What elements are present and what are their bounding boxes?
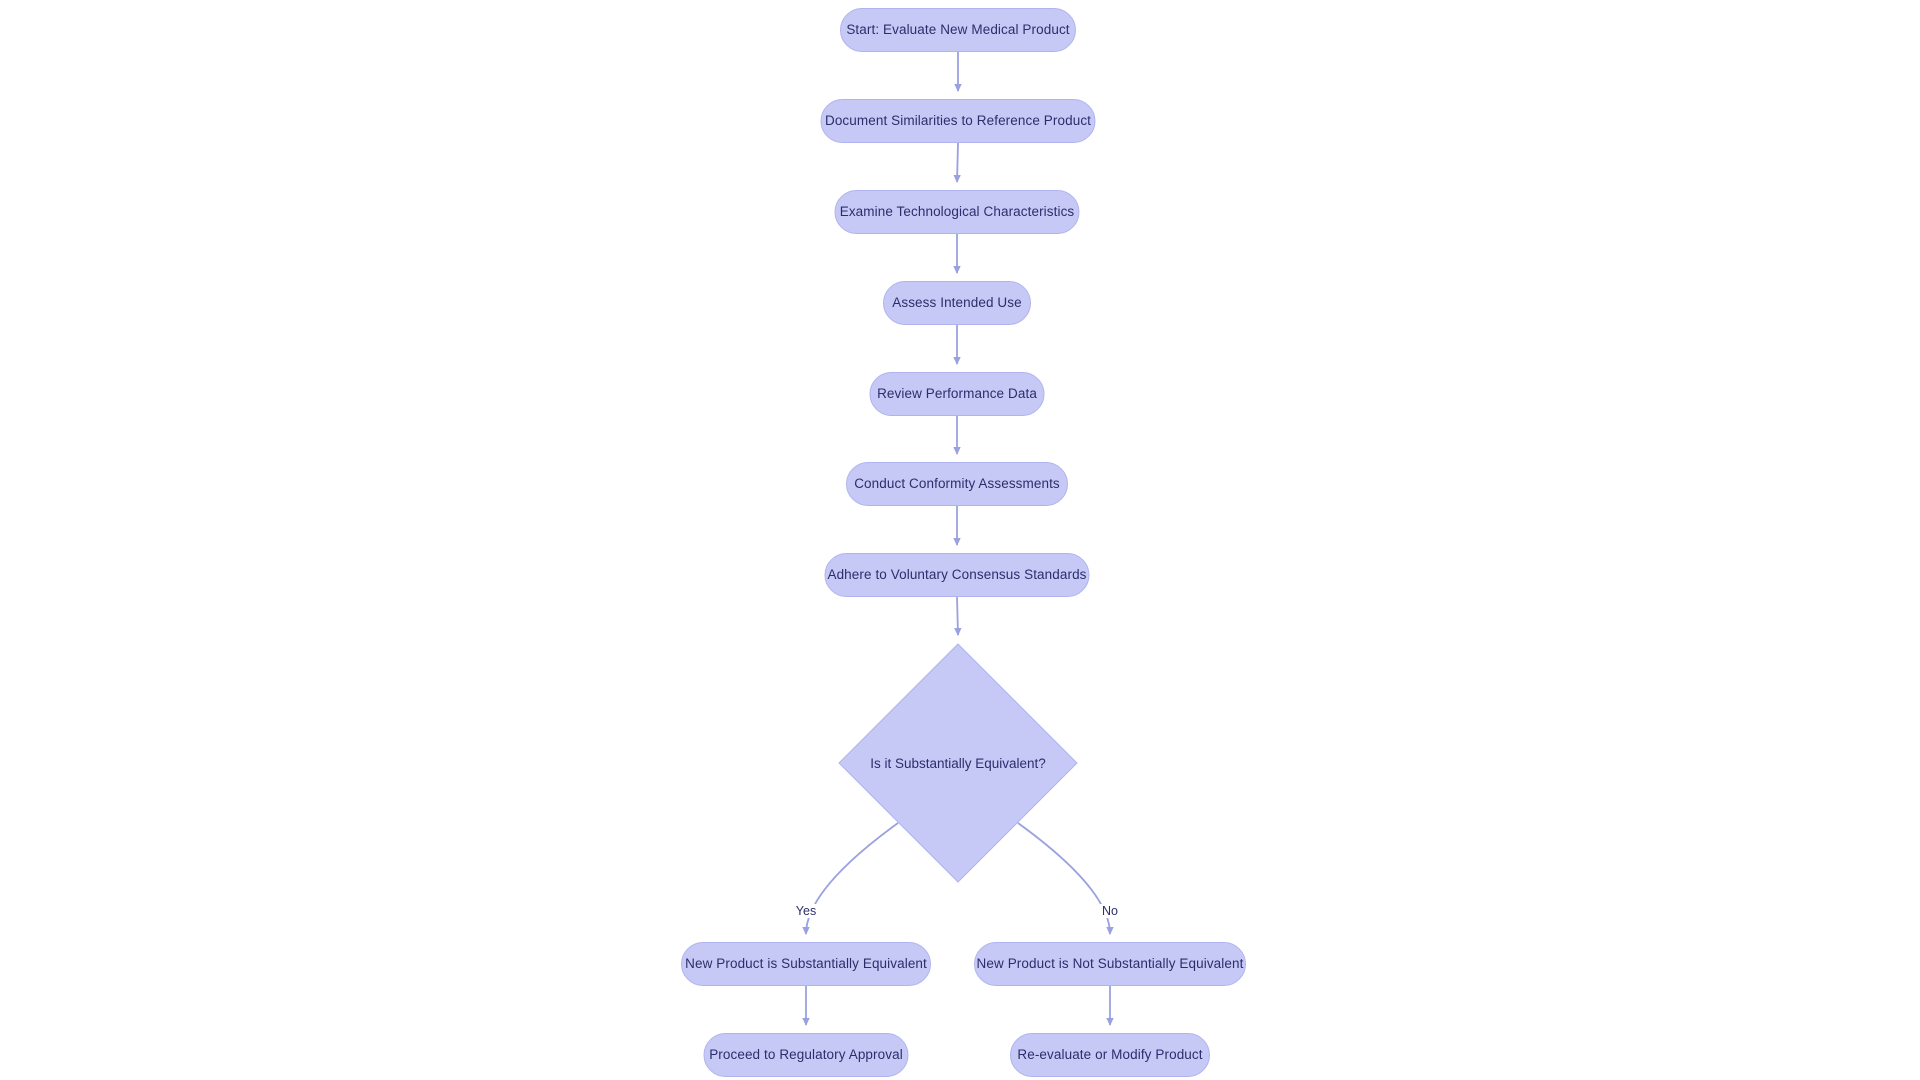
node-conduct-conformity-assessments[interactable]: Conduct Conformity Assessments (846, 462, 1068, 506)
node-document-similarities[interactable]: Document Similarities to Reference Produ… (820, 99, 1096, 143)
node-assess-intended-use[interactable]: Assess Intended Use (883, 281, 1031, 325)
edge-label-yes: Yes (793, 904, 819, 918)
node-proceed-regulatory-approval[interactable]: Proceed to Regulatory Approval (703, 1033, 909, 1077)
node-re-evaluate-modify-product[interactable]: Re-evaluate or Modify Product (1010, 1033, 1210, 1077)
node-label: New Product is Not Substantially Equival… (976, 956, 1244, 972)
edge-layer (802, 52, 1114, 1026)
node-adhere-voluntary-consensus-standards[interactable]: Adhere to Voluntary Consensus Standards (824, 553, 1090, 597)
node-review-performance-data[interactable]: Review Performance Data (869, 372, 1045, 416)
node-label: Adhere to Voluntary Consensus Standards (827, 567, 1087, 583)
node-label: Is it Substantially Equivalent? (870, 755, 1046, 771)
node-label: Examine Technological Characteristics (839, 204, 1075, 220)
node-label: Proceed to Regulatory Approval (709, 1047, 903, 1063)
node-label: Conduct Conformity Assessments (854, 476, 1060, 492)
node-start[interactable]: Start: Evaluate New Medical Product (840, 8, 1076, 52)
edge-document-to-examine (953, 142, 961, 183)
node-label: Re-evaluate or Modify Product (1017, 1047, 1203, 1063)
node-examine-technological-characteristics[interactable]: Examine Technological Characteristics (834, 190, 1080, 234)
edge-label-no: No (1100, 904, 1120, 918)
node-label: Assess Intended Use (892, 295, 1022, 311)
flowchart-canvas: Start: Evaluate New Medical Product Docu… (0, 0, 1920, 1080)
node-new-product-substantially-equivalent[interactable]: New Product is Substantially Equivalent (681, 942, 931, 986)
node-new-product-not-substantially-equivalent[interactable]: New Product is Not Substantially Equival… (974, 942, 1246, 986)
node-label: Start: Evaluate New Medical Product (846, 22, 1070, 38)
node-decision-substantially-equivalent[interactable]: Is it Substantially Equivalent? (838, 643, 1078, 883)
node-label: Review Performance Data (877, 386, 1037, 402)
node-label: Document Similarities to Reference Produ… (824, 113, 1092, 129)
node-label: New Product is Substantially Equivalent (685, 956, 927, 972)
edge-adhere-to-decision (954, 596, 962, 636)
